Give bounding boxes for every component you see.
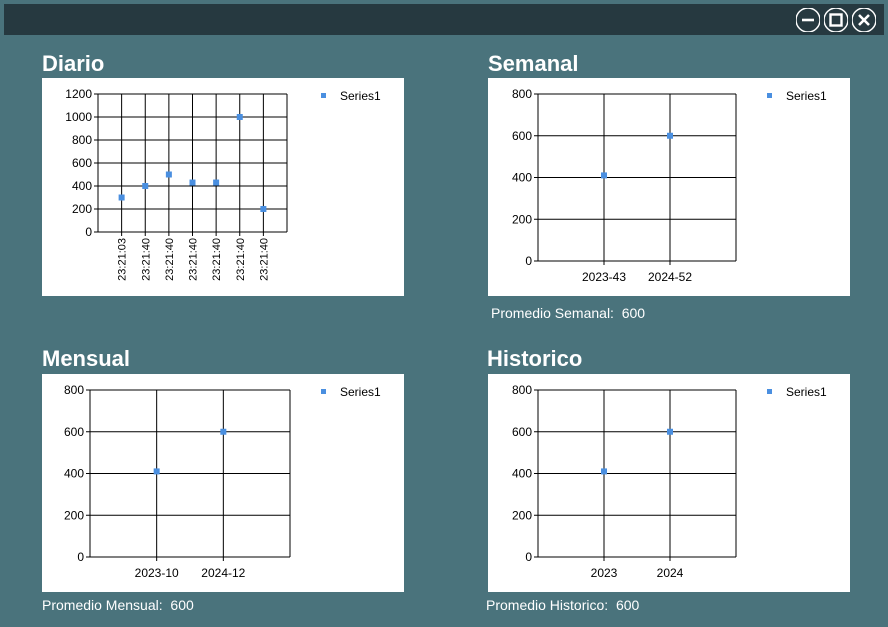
legend-marker xyxy=(767,389,772,394)
data-point xyxy=(236,114,243,120)
x-tick-label: 2024 xyxy=(657,566,684,580)
maximize-icon xyxy=(824,8,848,32)
avg-semanal: Promedio Semanal: 600 xyxy=(491,305,645,321)
title-bar[interactable] xyxy=(4,4,884,35)
data-point xyxy=(601,172,607,179)
y-tick-label: 800 xyxy=(64,383,84,397)
avg-historico: Promedio Historico: 600 xyxy=(486,597,639,613)
minimize-icon xyxy=(796,8,820,32)
data-point xyxy=(601,468,607,475)
x-tick-label: 23:21:03 xyxy=(117,238,129,281)
data-point xyxy=(220,428,227,435)
chart-panel-semanal: 0 200 400 600 800 2023-43 2024-52 Series1 xyxy=(488,78,850,296)
y-tick-label: 400 xyxy=(72,179,92,193)
y-tick-label: 0 xyxy=(525,550,532,564)
x-tick-label: 2023 xyxy=(591,566,618,580)
chart-panel-mensual: 0 200 400 600 800 2023-10 2024-12 Series1 xyxy=(42,374,404,592)
y-tick-label: 1000 xyxy=(65,110,92,124)
maximize-button[interactable] xyxy=(824,8,848,32)
x-tick-label: 23:21:40 xyxy=(211,238,223,281)
chart-mensual: 0 200 400 600 800 2023-10 2024-12 Series1 xyxy=(64,383,381,580)
y-tick-label: 800 xyxy=(512,383,532,397)
y-tick-label: 0 xyxy=(85,225,92,239)
y-tick-label: 1200 xyxy=(65,87,92,101)
x-tick-label: 2024-12 xyxy=(201,566,245,580)
y-tick-label: 400 xyxy=(512,171,532,185)
legend-marker xyxy=(321,93,326,98)
x-tick-label: 23:21:40 xyxy=(140,238,152,281)
data-point xyxy=(189,179,196,186)
data-point xyxy=(667,428,673,435)
heading-diario: Diario xyxy=(42,51,105,76)
x-tick-label: 23:21:40 xyxy=(235,238,247,281)
avg-historico-label: Promedio Historico: xyxy=(486,597,609,613)
x-tick-label: 2023-10 xyxy=(135,566,179,580)
data-point xyxy=(260,206,267,212)
data-point xyxy=(213,179,220,186)
legend-label: Series1 xyxy=(340,385,381,399)
heading-semanal: Semanal xyxy=(488,51,579,76)
avg-semanal-label: Promedio Semanal: xyxy=(491,305,614,321)
y-tick-label: 400 xyxy=(64,467,84,481)
legend-label: Series1 xyxy=(786,385,827,399)
y-tick-label: 400 xyxy=(512,467,532,481)
y-tick-label: 200 xyxy=(72,202,92,216)
y-tick-label: 800 xyxy=(512,87,532,101)
data-point xyxy=(667,132,673,139)
x-tick-label: 2024-52 xyxy=(648,270,692,284)
avg-mensual-label: Promedio Mensual: xyxy=(42,597,163,613)
y-tick-label: 600 xyxy=(512,425,532,439)
minimize-button[interactable] xyxy=(796,8,820,32)
legend-marker xyxy=(767,93,772,98)
x-tick-label: 2023-43 xyxy=(582,270,626,284)
y-tick-label: 600 xyxy=(64,425,84,439)
legend-marker xyxy=(321,389,326,394)
y-tick-label: 0 xyxy=(525,254,532,268)
x-tick-label: 23:21:40 xyxy=(164,238,176,281)
legend-label: Series1 xyxy=(340,89,381,103)
x-tick-label: 23:21:40 xyxy=(258,238,270,281)
y-tick-label: 200 xyxy=(64,508,84,522)
avg-historico-value: 600 xyxy=(615,597,640,613)
heading-historico: Historico xyxy=(487,346,583,371)
heading-mensual: Mensual xyxy=(42,346,131,371)
data-point xyxy=(142,183,149,189)
chart-semanal: 0 200 400 600 800 2023-43 2024-52 Series1 xyxy=(512,87,827,284)
chart-panel-historico: 0 200 400 600 800 2023 2024 Series1 xyxy=(488,374,850,592)
app-window: Diario 0 200 400 600 800 1000 1200 23:21:03 23:2… xyxy=(0,0,888,627)
y-tick-label: 600 xyxy=(512,129,532,143)
chart-diario: 0 200 400 600 800 1000 1200 23:21:03 23:21:40 23:… xyxy=(65,87,381,281)
y-tick-label: 600 xyxy=(72,156,92,170)
x-tick-label: 23:21:40 xyxy=(188,238,200,281)
y-tick-label: 200 xyxy=(512,508,532,522)
chart-panel-diario: 0 200 400 600 800 1000 1200 23:21:03 23:21:40 23:… xyxy=(42,78,404,296)
y-tick-label: 0 xyxy=(77,550,84,564)
y-tick-label: 800 xyxy=(72,133,92,147)
chart-historico: 0 200 400 600 800 2023 2024 Series1 xyxy=(512,383,827,580)
avg-mensual: Promedio Mensual: 600 xyxy=(42,597,194,613)
data-point xyxy=(153,468,160,475)
avg-semanal-value: 600 xyxy=(621,305,646,321)
avg-mensual-value: 600 xyxy=(170,597,194,613)
legend-label: Series1 xyxy=(786,89,827,103)
y-tick-label: 200 xyxy=(512,212,532,226)
close-icon xyxy=(852,8,876,32)
data-point xyxy=(118,194,125,201)
data-point xyxy=(165,171,172,178)
close-button[interactable] xyxy=(852,8,876,32)
